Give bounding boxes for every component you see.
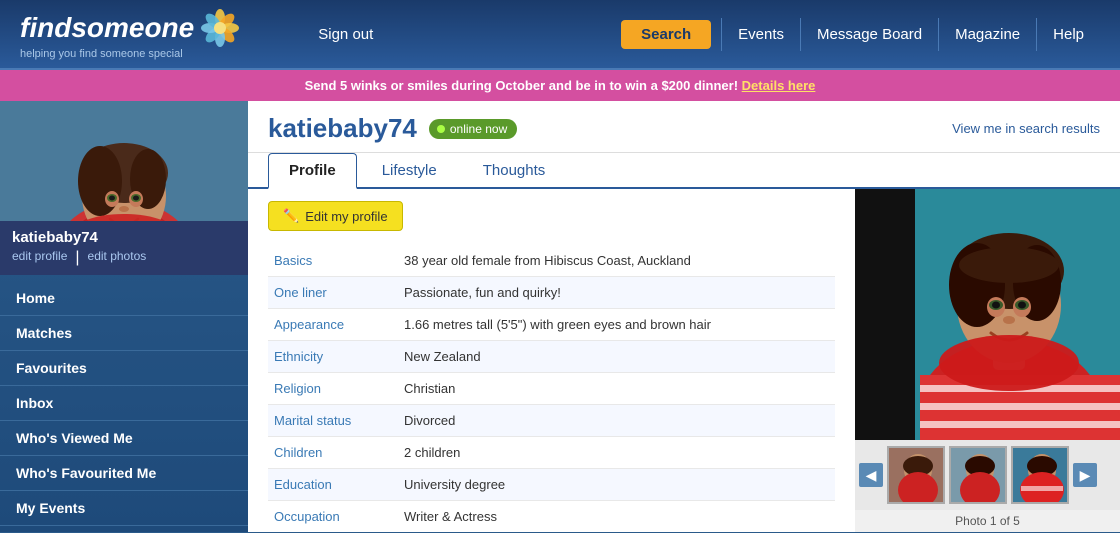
profile-details: ✏️ Edit my profile Basics 38 year old fe… — [248, 189, 855, 532]
tab-lifestyle[interactable]: Lifestyle — [361, 153, 458, 187]
messageboard-link[interactable]: Message Board — [800, 18, 938, 51]
field-value: Christian — [398, 373, 835, 405]
table-row: One liner Passionate, fun and quirky! — [268, 277, 835, 309]
field-value: Divorced — [398, 405, 835, 437]
field-label: Ethnicity — [268, 341, 398, 373]
table-row: Occupation Writer & Actress — [268, 501, 835, 533]
main-layout: katiebaby74 edit profile | edit photos H… — [0, 101, 1120, 532]
profile-body: ✏️ Edit my profile Basics 38 year old fe… — [248, 189, 1120, 532]
photo-thumbnails: ◀ — [855, 440, 1120, 510]
profile-tabs: Profile Lifestyle Thoughts — [248, 153, 1120, 189]
magazine-link[interactable]: Magazine — [938, 18, 1036, 51]
edit-photos-link[interactable]: edit photos — [88, 249, 147, 267]
sidebar-item-home[interactable]: Home — [0, 281, 248, 316]
logo-area: findsomeone helping you find someone spe… — [20, 8, 240, 60]
online-label: online now — [450, 122, 507, 136]
table-row: Education University degree — [268, 469, 835, 501]
promo-banner: Send 5 winks or smiles during October an… — [0, 70, 1120, 101]
field-label: Appearance — [268, 309, 398, 341]
search-link[interactable]: Search — [621, 20, 711, 49]
header-nav: Sign out — [300, 18, 391, 51]
header-links: Search Events Message Board Magazine Hel… — [621, 18, 1100, 51]
table-row: Children 2 children — [268, 437, 835, 469]
field-value: 2 children — [398, 437, 835, 469]
edit-profile-link[interactable]: edit profile — [12, 249, 67, 267]
sidebar-nav: Home Matches Favourites Inbox Who's View… — [0, 275, 248, 532]
logo-someone: someone — [71, 12, 194, 43]
logo-flower-icon — [200, 8, 240, 48]
profile-header: katiebaby74 online now View me in search… — [248, 101, 1120, 153]
thumbnail-2[interactable] — [949, 446, 1007, 504]
field-label: Children — [268, 437, 398, 469]
photo-prev-button[interactable]: ◀ — [859, 463, 883, 487]
photo-panel: ◀ — [855, 189, 1120, 532]
field-value: New Zealand — [398, 341, 835, 373]
pencil-icon: ✏️ — [283, 208, 299, 224]
content-area: katiebaby74 online now View me in search… — [248, 101, 1120, 532]
events-link[interactable]: Events — [721, 18, 800, 51]
field-label: Education — [268, 469, 398, 501]
sidebar-item-inbox[interactable]: Inbox — [0, 386, 248, 421]
main-photo — [855, 189, 1120, 440]
profile-header-left: katiebaby74 online now — [268, 113, 517, 144]
field-label: Religion — [268, 373, 398, 405]
sidebar: katiebaby74 edit profile | edit photos H… — [0, 101, 248, 532]
header: findsomeone helping you find someone spe… — [0, 0, 1120, 70]
field-label: Marital status — [268, 405, 398, 437]
sidebar-item-favourited[interactable]: Who's Favourited Me — [0, 456, 248, 491]
logo-text: findsomeone — [20, 12, 194, 44]
thumbnail-3[interactable] — [1011, 446, 1069, 504]
online-badge: online now — [429, 119, 517, 139]
profile-username: katiebaby74 — [268, 113, 417, 144]
sidebar-username-bar: katiebaby74 edit profile | edit photos — [0, 221, 248, 275]
sidebar-item-viewed[interactable]: Who's Viewed Me — [0, 421, 248, 456]
logo-subtitle: helping you find someone special — [20, 48, 240, 60]
table-row: Basics 38 year old female from Hibiscus … — [268, 245, 835, 277]
field-label: Basics — [268, 245, 398, 277]
table-row: Appearance 1.66 metres tall (5'5") with … — [268, 309, 835, 341]
field-value: 1.66 metres tall (5'5") with green eyes … — [398, 309, 835, 341]
field-value: Passionate, fun and quirky! — [398, 277, 835, 309]
profile-table: Basics 38 year old female from Hibiscus … — [268, 245, 835, 532]
help-link[interactable]: Help — [1036, 18, 1100, 51]
tab-profile[interactable]: Profile — [268, 153, 357, 189]
field-value: University degree — [398, 469, 835, 501]
table-row: Marital status Divorced — [268, 405, 835, 437]
profile-photo-img — [0, 101, 248, 221]
field-label: Occupation — [268, 501, 398, 533]
main-photo-img — [855, 189, 1120, 440]
signout-link[interactable]: Sign out — [300, 18, 391, 51]
field-value: 38 year old female from Hibiscus Coast, … — [398, 245, 835, 277]
table-row: Religion Christian — [268, 373, 835, 405]
photo-label: Photo 1 of 5 — [955, 510, 1020, 532]
field-label: One liner — [268, 277, 398, 309]
sidebar-item-favourites[interactable]: Favourites — [0, 351, 248, 386]
online-dot-icon — [437, 125, 445, 133]
sidebar-username: katiebaby74 — [12, 229, 236, 246]
edit-profile-label: Edit my profile — [305, 209, 387, 224]
tab-thoughts[interactable]: Thoughts — [462, 153, 567, 187]
view-in-search-link[interactable]: View me in search results — [952, 121, 1100, 136]
banner-link[interactable]: Details here — [742, 78, 816, 93]
edit-profile-button[interactable]: ✏️ Edit my profile — [268, 201, 403, 231]
logo-find: find — [20, 12, 71, 43]
table-row: Ethnicity New Zealand — [268, 341, 835, 373]
photo-next-button[interactable]: ▶ — [1073, 463, 1097, 487]
banner-text: Send 5 winks or smiles during October an… — [305, 78, 738, 93]
thumbnail-1[interactable] — [887, 446, 945, 504]
sidebar-edit-links: edit profile | edit photos — [12, 249, 236, 267]
sidebar-item-matches[interactable]: Matches — [0, 316, 248, 351]
sidebar-profile-photo — [0, 101, 248, 221]
sidebar-item-events[interactable]: My Events — [0, 491, 248, 526]
field-value: Writer & Actress — [398, 501, 835, 533]
